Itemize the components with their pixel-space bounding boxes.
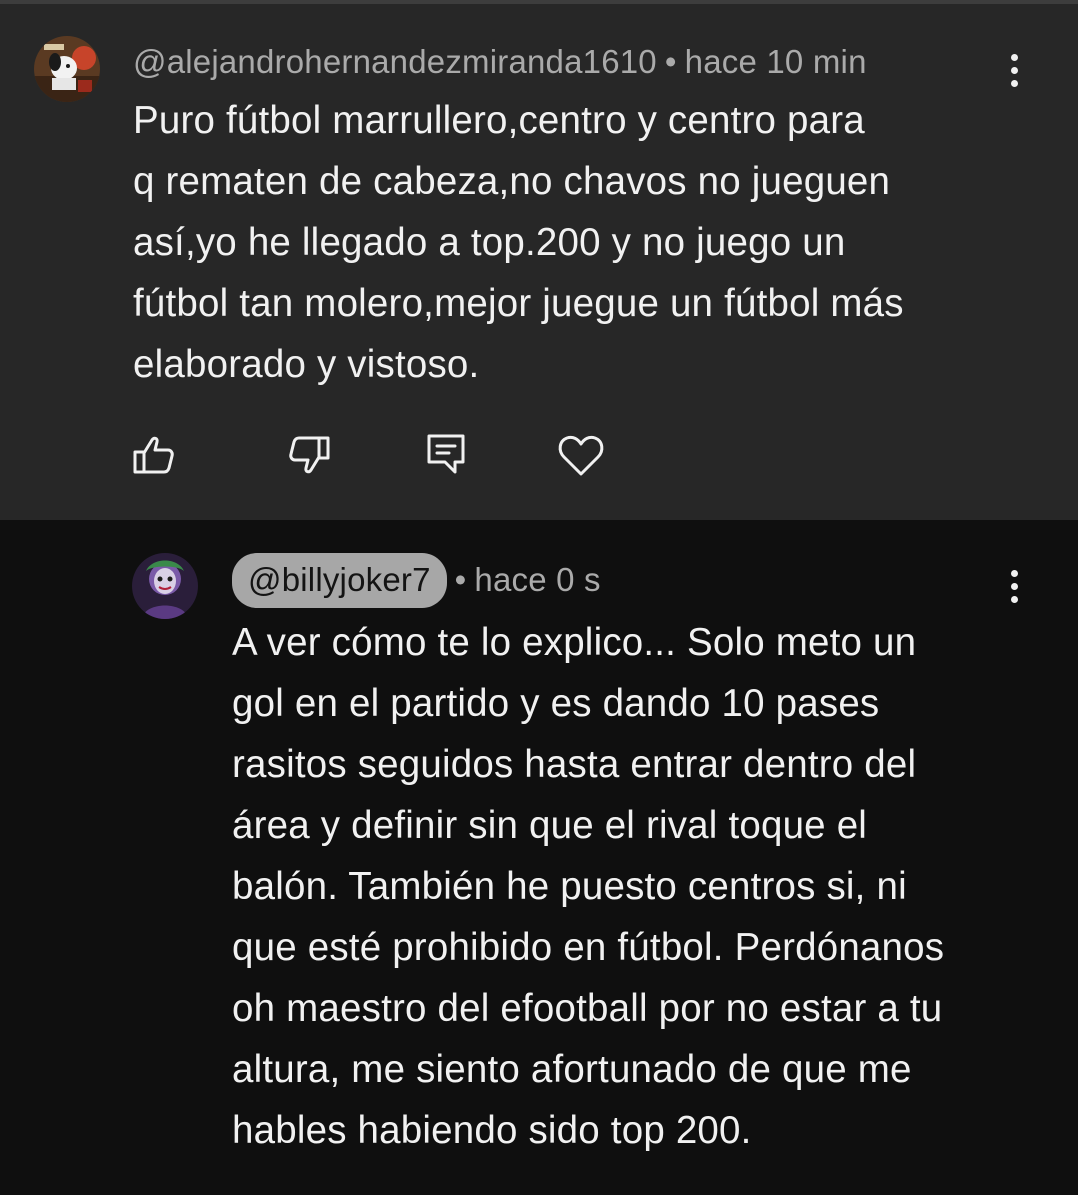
comment-line: fútbol tan molero,mejor juegue un fútbol…: [133, 282, 904, 325]
comment-meta: @alejandrohernandezmiranda1610 • hace 10 m…: [133, 43, 867, 81]
comment-line: Puro fútbol marrullero,centro y centro p…: [133, 99, 865, 142]
comment-author[interactable]: @alejandrohernandezmiranda1610: [133, 43, 657, 80]
commenter-avatar[interactable]: [34, 36, 100, 102]
reply-line: gol en el partido y es dando 10 pases: [232, 682, 880, 725]
reply-line: rasitos seguidos hasta entrar dentro del: [232, 743, 917, 786]
reply-card: @billyjoker7 • hace 0 s A ver cómo te lo e…: [0, 520, 1078, 1195]
comment-card: @alejandrohernandezmiranda1610 • hace 10 m…: [0, 0, 1078, 520]
reply-line: que esté prohibido en fútbol. Perdónanos: [232, 926, 945, 969]
meta-separator: •: [454, 561, 467, 598]
more-options-icon[interactable]: [994, 556, 1034, 616]
reply-line: hables habiendo sido top 200.: [232, 1109, 752, 1152]
dislike-icon[interactable]: [283, 430, 333, 480]
reply-avatar[interactable]: [132, 553, 198, 619]
comment-line: elaborado y vistoso.: [133, 343, 480, 386]
reply-meta: @billyjoker7 • hace 0 s: [232, 553, 601, 608]
comment-time: hace 10 min: [684, 43, 867, 80]
top-divider: [0, 0, 1078, 4]
comment-line: así,yo he llegado a top.200 y no juego u…: [133, 221, 846, 264]
comment-line: q rematen de cabeza,no chavos no jueguen: [133, 160, 891, 203]
reply-author[interactable]: @billyjoker7: [232, 553, 447, 608]
comment-text: Puro fútbol marrullero,centro y centro p…: [133, 90, 904, 395]
like-icon[interactable]: [130, 430, 180, 480]
reply-line: oh maestro del efootball por no estar a …: [232, 987, 943, 1030]
reply-line: altura, me siento afortunado de que me: [232, 1048, 912, 1091]
reply-icon[interactable]: [422, 430, 472, 480]
more-options-icon[interactable]: [994, 40, 1034, 100]
reply-text: A ver cómo te lo explico... Solo meto un…: [232, 612, 944, 1161]
heart-icon[interactable]: [556, 430, 606, 480]
reply-line: balón. También he puesto centros si, ni: [232, 865, 907, 908]
meta-separator: •: [664, 43, 677, 80]
reply-line: A ver cómo te lo explico... Solo meto un: [232, 621, 917, 664]
reply-line: área y definir sin que el rival toque el: [232, 804, 868, 847]
reply-time: hace 0 s: [474, 561, 601, 598]
